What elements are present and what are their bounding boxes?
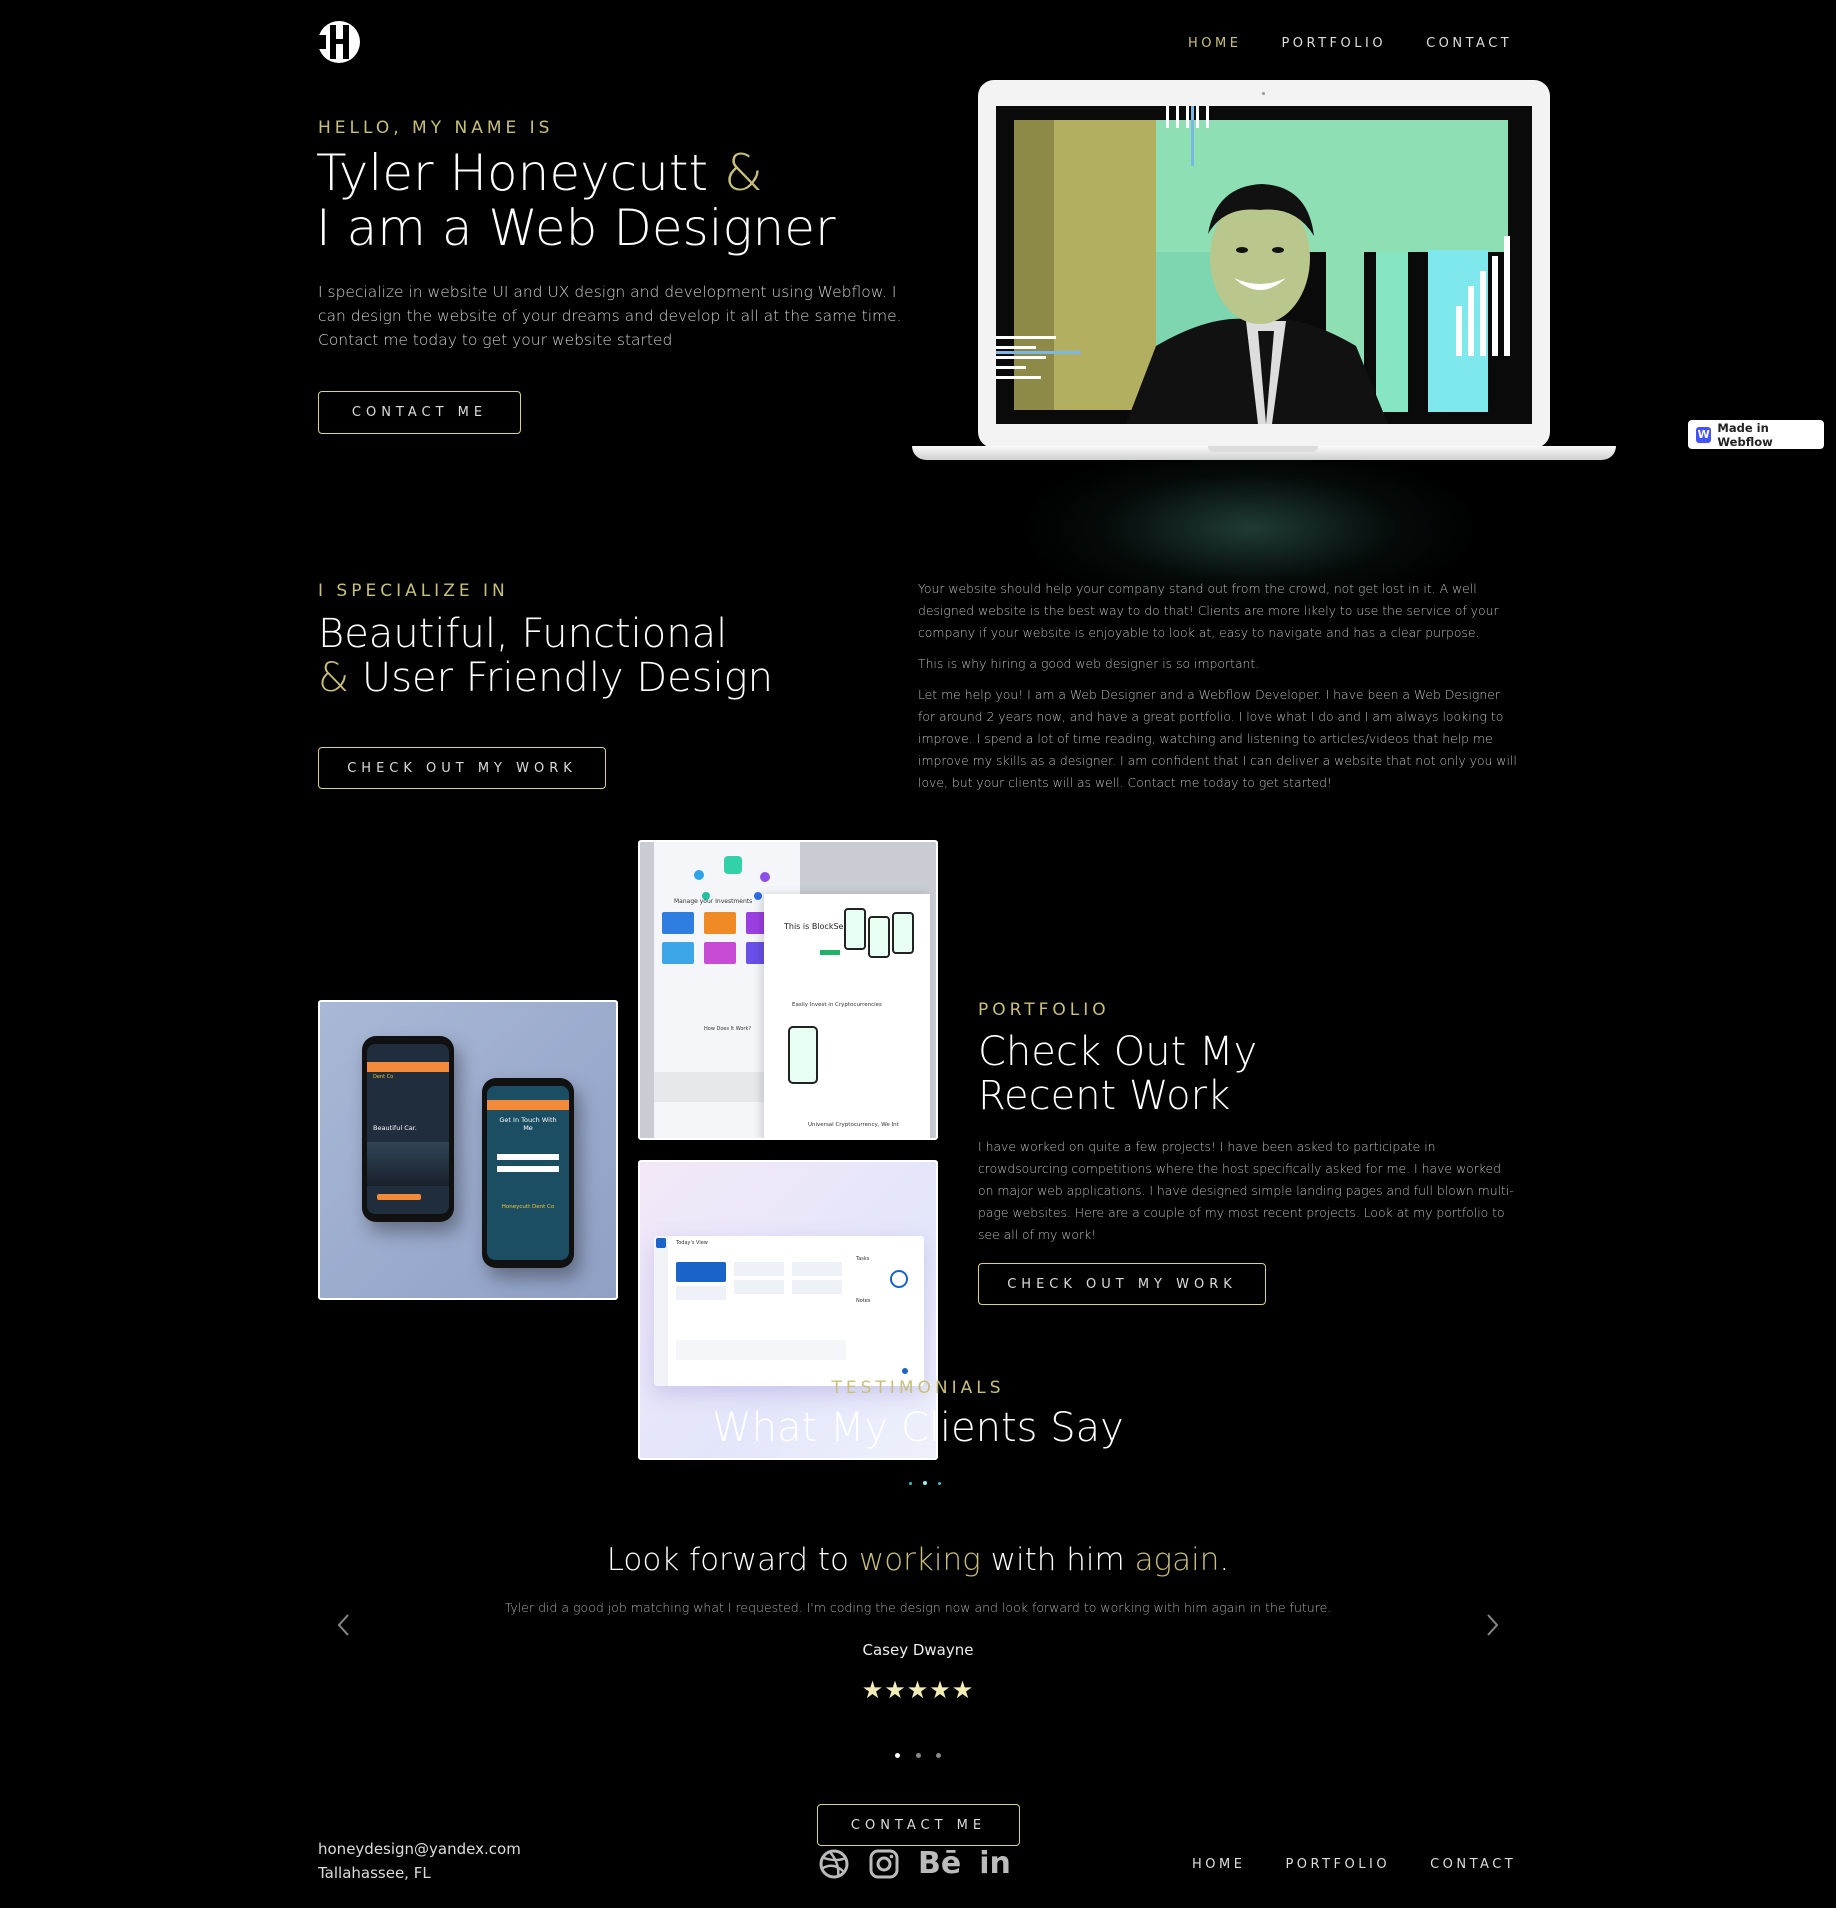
footer-nav-home-link[interactable]: HOME [1192,1857,1245,1872]
chevron-left-icon [337,1614,349,1636]
carousel-dot-2[interactable] [915,1753,921,1758]
blocksense-universal-label: Universal Cryptocurrency, We Int [808,1122,899,1128]
behance-icon[interactable]: Bē [918,1848,961,1880]
dribbble-icon[interactable] [818,1848,850,1880]
specialize-paragraph-1: Your website should help your company st… [918,581,1499,640]
laptop-screen [996,106,1532,424]
quote-part-4: again [1134,1542,1220,1578]
top-nav: HOME PORTFOLIO CONTACT [1188,36,1512,51]
phone1-headline: Beautiful Car. [373,1124,417,1132]
phone-mockup-1: Dent Co Beautiful Car. [362,1036,454,1222]
testimonial-author: Casey Dwayne [862,1641,974,1659]
footer-contact-button[interactable]: CONTACT ME [817,1804,1020,1846]
portfolio-card-blocksense[interactable]: Manage your Investments How Does It Work… [638,840,938,1140]
carousel-dots [0,1743,1836,1762]
laptop-notch [1208,446,1318,452]
carousel-dot-3[interactable] [935,1753,941,1758]
monogram-logo-icon [314,21,360,63]
blocksense-green-button [820,950,840,955]
blocksense-phones [844,908,924,958]
specialize-title: Beautiful, Functional & User Friendly De… [318,612,878,700]
testimonial-body: Tyler did a good job matching what I req… [504,1600,1332,1615]
chevron-right-icon [1487,1614,1499,1636]
footer-nav: HOME PORTFOLIO CONTACT [1192,1857,1516,1872]
carousel-dot-1[interactable] [895,1753,901,1758]
portfolio-body: I have worked on quite a few projects! I… [978,1139,1514,1242]
quote-part-1: Look forward to [606,1542,849,1578]
carousel-prev-button[interactable] [332,1610,356,1640]
phone1-brand: Dent Co [373,1074,394,1080]
blocksense-phone-large [788,1026,818,1084]
footer-nav-contact-link[interactable]: CONTACT [1430,1857,1516,1872]
hero-title: Tyler Honeycutt & I am a Web Designer [316,146,896,256]
blocksense-invest-label: Easily Invest in Cryptocurrencies [792,1002,882,1008]
testimonial-quote: Look forward to working with him again. [0,1542,1836,1578]
quote-part-5: . [1219,1542,1230,1578]
instagram-icon[interactable] [868,1848,900,1880]
blocksense-front-page: This is BlockSense Easily Invest in Cryp… [764,894,930,1138]
testimonials-eyebrow: TESTIMONIALS [831,1378,1005,1398]
made-in-webflow-badge[interactable]: W Made in Webflow [1688,420,1824,449]
specialize-copy: Your website should help your company st… [918,578,1518,794]
dashboard-title: Today's View [676,1240,708,1246]
portfolio-title-line1: Check Out My [978,1029,1258,1075]
footer-email[interactable]: honeydesign@yandex.com [318,1840,521,1858]
hero-intro: I specialize in website UI and UX design… [318,283,902,349]
portfolio-title: Check Out My Recent Work [978,1030,1398,1118]
quote-part-2: working [858,1542,981,1578]
specialize-paragraph-2: This is why hiring a good web designer i… [918,656,1260,671]
dashboard-notes-label: Notes [856,1298,871,1304]
webflow-w-icon: W [1696,426,1712,443]
hero-eyebrow: HELLO, MY NAME IS [318,118,554,138]
specialize-title-line1: Beautiful, Functional [318,611,728,657]
portfolio-eyebrow: PORTFOLIO [978,1000,1110,1020]
laptop-camera [1262,92,1265,95]
logo[interactable] [314,19,364,65]
dashboard-window: Today's View Tasks Notes [654,1236,924,1386]
testimonials-title: What My Clients Say [712,1405,1124,1451]
nav-contact-link[interactable]: CONTACT [1426,36,1512,51]
specialize-title-line2: User Friendly Design [361,655,774,701]
hero-title-name: Tyler Honeycutt [316,144,709,202]
carousel-next-button[interactable] [1480,1610,1504,1640]
hero-contact-button[interactable]: CONTACT ME [318,391,521,434]
portfolio-work-button[interactable]: CHECK OUT MY WORK [978,1263,1266,1305]
portfolio-title-line2: Recent Work [978,1073,1231,1119]
portrait-image [996,106,1532,424]
testimonials-title-dots [906,1470,944,1489]
specialize-work-button[interactable]: CHECK OUT MY WORK [318,747,606,789]
dashboard-tasks-label: Tasks [856,1256,870,1262]
phone2-headline: Get In Touch With Me [499,1116,557,1132]
specialize-title-amp: & [318,655,350,701]
nav-home-link[interactable]: HOME [1188,36,1241,51]
hero-title-role: I am a Web Designer [316,199,836,257]
quote-part-3: with him [990,1542,1125,1578]
linkedin-icon[interactable]: in [979,1848,1011,1880]
blocksense-manage-label: Manage your Investments [674,898,753,905]
specialize-paragraph-3: Let me help you! I am a Web Designer and… [918,687,1517,790]
hero-title-amp: & [723,144,763,202]
webflow-badge-label: Made in Webflow [1717,420,1773,449]
specialize-eyebrow: I SPECIALIZE IN [318,581,509,601]
blocksense-how-label: How Does It Work? [704,1026,752,1032]
laptop-mockup [910,78,1618,613]
portfolio-card-dent-co[interactable]: Dent Co Beautiful Car. Get In Touch With… [318,1000,618,1300]
phone2-logo: Honeycutt Dent Co [501,1204,555,1210]
nav-portfolio-link[interactable]: PORTFOLIO [1281,36,1386,51]
blocksense-orbs [694,850,774,900]
footer-social-links: Bē in [818,1846,1011,1882]
footer-nav-portfolio-link[interactable]: PORTFOLIO [1285,1857,1390,1872]
footer-location: Tallahassee, FL [318,1864,431,1882]
testimonial-stars: ★★★★★ [861,1676,975,1704]
phone-mockup-2: Get In Touch With Me Honeycutt Dent Co [482,1078,574,1268]
